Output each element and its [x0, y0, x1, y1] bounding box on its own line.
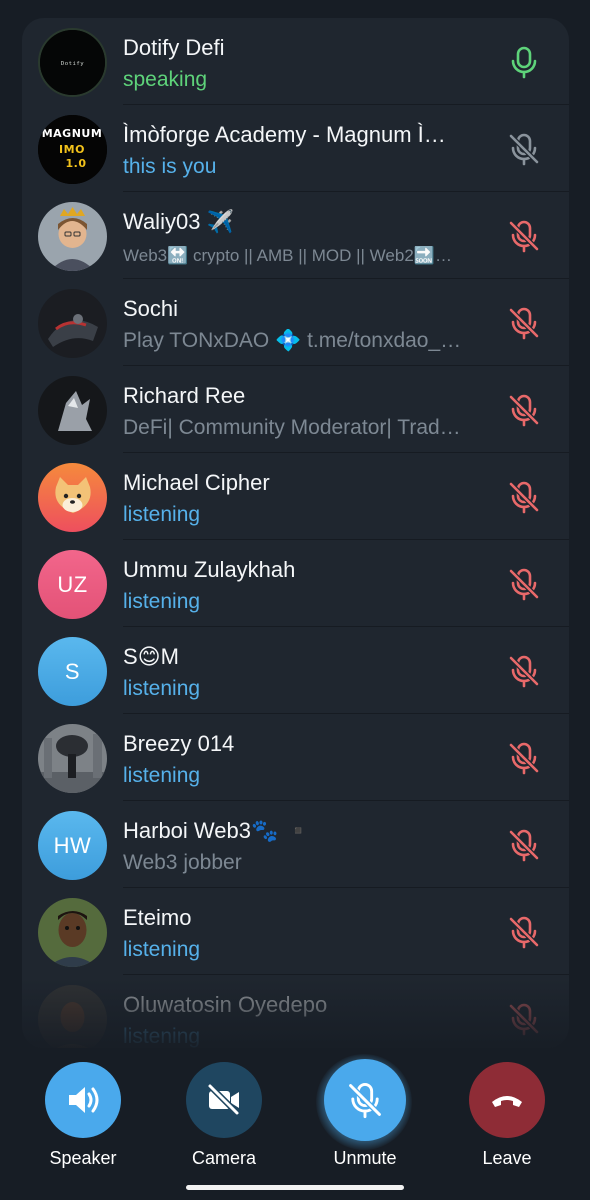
participant-name: Breezy 014 — [123, 731, 235, 756]
mic-off-icon[interactable] — [506, 131, 542, 167]
doge-avatar — [38, 463, 107, 532]
participant-row-self[interactable]: MAGNUM IMO 1.0 Ìmòforge Academy - Magnum… — [22, 105, 569, 192]
avatar — [38, 985, 107, 1048]
participant-status: listening — [123, 590, 201, 613]
avatar-photo — [38, 376, 107, 445]
participant-row[interactable]: S S😊M listening — [22, 627, 569, 714]
mic-off-icon[interactable] — [506, 1001, 542, 1037]
magnum-imo-logo: MAGNUM IMO 1.0 — [38, 115, 107, 184]
avatar-photo — [38, 289, 107, 358]
mic-off-icon[interactable] — [506, 740, 542, 776]
participant-row[interactable]: Richard Ree DeFi| Community Moderator| T… — [22, 366, 569, 453]
participant-row[interactable]: UZ Ummu Zulaykhah listening — [22, 540, 569, 627]
avatar — [38, 724, 107, 793]
participant-status: listening — [123, 503, 201, 526]
participant-row[interactable]: HW Harboi Web3🐾 ▪️ Web3 jobber — [22, 801, 569, 888]
participant-row[interactable]: Oluwatosin Oyedepo listening — [22, 975, 569, 1048]
participant-row[interactable]: Dotify Dotify Defi speaking — [22, 18, 569, 105]
home-indicator[interactable] — [186, 1185, 404, 1190]
avatar-initials: HW — [53, 832, 92, 858]
participant-name: Sochi — [123, 296, 179, 321]
participant-status: listening — [123, 677, 201, 700]
avatar-initials: S — [64, 658, 81, 684]
hang-up-icon — [492, 1096, 522, 1107]
avatar: UZ — [38, 550, 107, 619]
unmute-button[interactable] — [324, 1059, 406, 1141]
participant-status: listening — [123, 938, 201, 961]
unmute-label: Unmute — [333, 1148, 397, 1168]
participant-name: Waliy03 ✈️ — [123, 209, 234, 234]
avatar-photo — [38, 985, 107, 1048]
mic-off-icon[interactable] — [506, 305, 542, 341]
participant-status: Play TONxDAO 💠 t.me/tonxdao_… — [123, 329, 462, 352]
avatar-portrait — [38, 202, 107, 271]
mic-off-icon[interactable] — [506, 566, 542, 602]
participant-name: Harboi Web3🐾 ▪️ — [123, 818, 312, 843]
mic-off-icon — [348, 1083, 382, 1119]
participant-row[interactable]: Eteimo listening — [22, 888, 569, 975]
mic-off-icon[interactable] — [506, 914, 542, 950]
avatar: HW — [38, 811, 107, 880]
participant-name: Ummu Zulaykhah — [123, 557, 296, 582]
avatar — [38, 898, 107, 967]
camera-control[interactable]: Camera — [169, 1062, 279, 1172]
mic-off-icon[interactable] — [506, 653, 542, 689]
participant-row[interactable]: Sochi Play TONxDAO 💠 t.me/tonxdao_… — [22, 279, 569, 366]
avatar: Dotify — [38, 28, 107, 97]
mic-off-icon[interactable] — [506, 218, 542, 254]
avatar — [38, 463, 107, 532]
camera-button[interactable] — [186, 1062, 262, 1138]
speaker-button[interactable] — [45, 1062, 121, 1138]
participant-status: Web3🔛 crypto || AMB || MOD || Web2🔜… — [123, 246, 452, 265]
avatar: MAGNUM IMO 1.0 — [38, 115, 107, 184]
participant-name: Eteimo — [123, 905, 192, 930]
participant-row[interactable]: Breezy 014 listening — [22, 714, 569, 801]
leave-label: Leave — [482, 1148, 532, 1168]
participant-row[interactable]: Waliy03 ✈️ Web3🔛 crypto || AMB || MOD ||… — [22, 192, 569, 279]
mic-off-icon[interactable] — [506, 392, 542, 428]
speaker-control[interactable]: Speaker — [28, 1062, 138, 1172]
speaker-label: Speaker — [49, 1148, 117, 1168]
avatar-photo — [38, 724, 107, 793]
avatar-portrait — [38, 898, 107, 967]
avatar-initials: UZ — [57, 571, 88, 597]
participants-panel: Dotify Dotify Defi speaking MAGNUM IMO 1… — [22, 18, 569, 1048]
participant-status: listening — [123, 764, 201, 787]
svg-text:IMO: IMO — [59, 143, 85, 156]
participant-status: speaking — [123, 68, 208, 91]
mic-off-icon[interactable] — [506, 827, 542, 863]
avatar — [38, 376, 107, 445]
leave-control[interactable]: Leave — [452, 1062, 562, 1172]
speaker-icon — [69, 1087, 99, 1113]
svg-text:MAGNUM: MAGNUM — [42, 127, 103, 140]
call-controls: Speaker Camera Unmute Leave — [0, 1050, 590, 1200]
avatar: S — [38, 637, 107, 706]
participant-status: DeFi| Community Moderator| Trad… — [123, 416, 461, 439]
leave-button[interactable] — [469, 1062, 545, 1138]
avatar — [38, 202, 107, 271]
participant-name: Oluwatosin Oyedepo — [123, 992, 328, 1017]
camera-off-icon — [207, 1083, 240, 1116]
avatar-text: Dotify — [61, 61, 84, 67]
unmute-control[interactable]: Unmute — [310, 1059, 420, 1172]
mic-active-icon[interactable] — [506, 44, 542, 80]
participant-row[interactable]: Michael Cipher listening — [22, 453, 569, 540]
participant-name: Richard Ree — [123, 383, 246, 408]
participant-name: Michael Cipher — [123, 470, 270, 495]
participant-name: Dotify Defi — [123, 35, 225, 60]
participant-status: Web3 jobber — [123, 851, 242, 874]
avatar — [38, 289, 107, 358]
dotify-logo: Dotify — [40, 30, 105, 95]
participant-name: S😊M — [123, 644, 179, 669]
svg-text:1.0: 1.0 — [66, 157, 87, 170]
participant-name: Ìmòforge Academy - Magnum Ì… — [123, 122, 446, 147]
participant-status: listening — [123, 1025, 201, 1048]
participant-status: this is you — [123, 155, 217, 178]
mic-off-icon[interactable] — [506, 479, 542, 515]
camera-label: Camera — [191, 1148, 257, 1168]
